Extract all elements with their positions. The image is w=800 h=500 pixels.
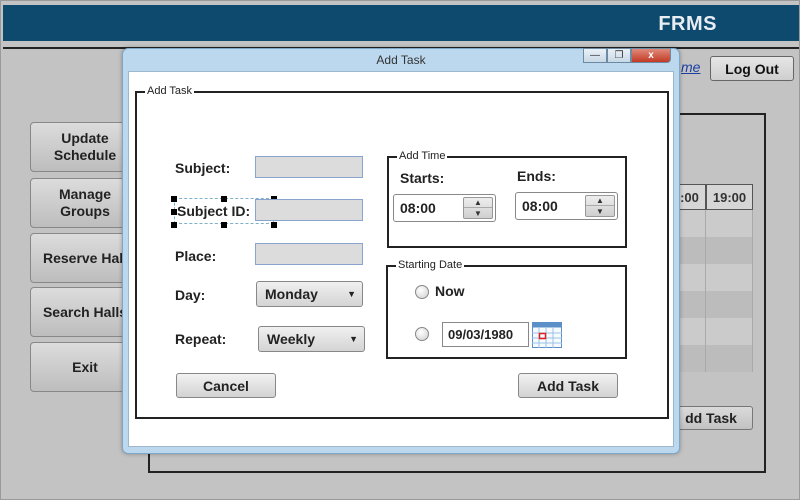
starts-label: Starts:	[400, 170, 445, 186]
grid-row[interactable]	[673, 345, 753, 372]
add-task-group: Add Task Subject: Subject ID: Place: Day…	[135, 85, 669, 419]
calendar-icon[interactable]	[532, 322, 562, 348]
schedule-grid-header: :00 19:00	[673, 184, 753, 210]
grid-row[interactable]	[673, 264, 753, 291]
app-brand: FRMS	[658, 13, 717, 35]
subject-input[interactable]	[255, 156, 363, 178]
logout-button[interactable]: Log Out	[710, 56, 794, 81]
grid-row[interactable]	[673, 291, 753, 318]
add-time-title: Add Time	[397, 150, 448, 162]
subject-label: Subject:	[175, 160, 231, 176]
grid-row[interactable]	[673, 237, 753, 264]
add-time-group: Add Time Starts: 08:00 ▲ ▼ Ends: 08:00 ▲…	[387, 150, 627, 248]
dialog-content: Add Task Subject: Subject ID: Place: Day…	[128, 71, 674, 447]
ends-time-value: 08:00	[522, 198, 558, 214]
cancel-button[interactable]: Cancel	[176, 373, 276, 398]
spin-down-icon[interactable]: ▼	[586, 207, 614, 217]
subject-id-input[interactable]	[255, 199, 363, 221]
starting-date-title: Starting Date	[396, 259, 465, 271]
grid-row[interactable]	[673, 210, 753, 237]
now-label: Now	[435, 283, 465, 299]
resize-handle[interactable]	[221, 222, 227, 228]
maximize-button[interactable]: ❐	[607, 48, 631, 63]
spin-down-icon[interactable]: ▼	[464, 209, 492, 219]
spin-up-icon[interactable]: ▲	[586, 196, 614, 206]
ends-label: Ends:	[517, 168, 556, 184]
spinner-buttons: ▲ ▼	[585, 195, 615, 217]
ends-time-spinner[interactable]: 08:00 ▲ ▼	[515, 192, 618, 220]
window-controls: — ❐ x	[583, 48, 671, 63]
starts-time-spinner[interactable]: 08:00 ▲ ▼	[393, 194, 496, 222]
add-task-submit-button[interactable]: Add Task	[518, 373, 618, 398]
place-label: Place:	[175, 248, 217, 264]
place-input[interactable]	[255, 243, 363, 265]
subject-id-label: Subject ID:	[177, 203, 251, 219]
day-selected: Monday	[265, 286, 318, 302]
grid-column-header: 19:00	[706, 184, 753, 210]
chevron-down-icon: ▼	[349, 334, 358, 344]
resize-handle[interactable]	[271, 222, 277, 228]
day-label: Day:	[175, 287, 206, 303]
add-task-dialog: Add Task — ❐ x Add Task Subject: Subject…	[122, 48, 680, 454]
user-link[interactable]: me	[681, 59, 700, 75]
starting-date-input[interactable]: 09/03/1980	[442, 322, 529, 347]
resize-handle[interactable]	[221, 196, 227, 202]
resize-handle[interactable]	[171, 196, 177, 202]
add-task-group-title: Add Task	[145, 85, 195, 97]
spin-up-icon[interactable]: ▲	[464, 198, 492, 208]
minimize-button[interactable]: —	[583, 48, 607, 63]
day-dropdown[interactable]: Monday ▼	[256, 281, 363, 307]
schedule-grid	[673, 210, 753, 372]
repeat-label: Repeat:	[175, 331, 227, 347]
chevron-down-icon: ▼	[347, 289, 356, 299]
background-add-task-button[interactable]: dd Task	[669, 406, 753, 430]
starting-date-group: Starting Date Now 09/03/1980	[386, 259, 627, 359]
spinner-buttons: ▲ ▼	[463, 197, 493, 219]
now-radio[interactable]	[415, 285, 429, 299]
repeat-dropdown[interactable]: Weekly ▼	[258, 326, 365, 352]
date-radio[interactable]	[415, 327, 429, 341]
resize-handle[interactable]	[171, 222, 177, 228]
repeat-selected: Weekly	[267, 331, 315, 347]
app-header: FRMS	[3, 5, 799, 41]
grid-row[interactable]	[673, 318, 753, 345]
close-button[interactable]: x	[631, 48, 671, 63]
calendar-icon-graphic	[532, 322, 562, 348]
starts-time-value: 08:00	[400, 200, 436, 216]
